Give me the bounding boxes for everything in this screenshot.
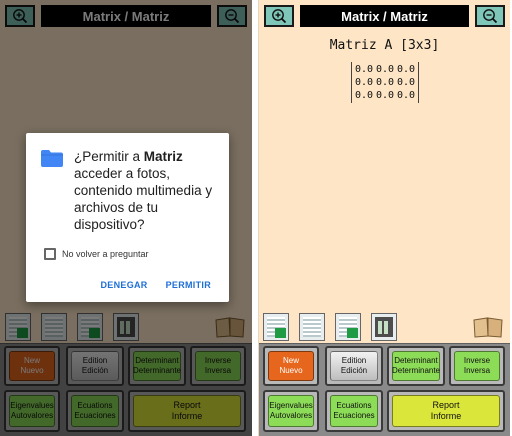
report-label-en: Report bbox=[432, 400, 460, 410]
zoom-in-button[interactable] bbox=[264, 5, 294, 27]
eigenvalues-label-es: Autovalores bbox=[269, 411, 313, 420]
new-label-en: New bbox=[282, 356, 299, 365]
equations-label-en: Ecuations bbox=[336, 401, 372, 410]
matrix-cell: 0.0 bbox=[375, 64, 395, 75]
app-view-right: Matrix / Matriz Matriz A [3x3] 0.0 0.0 0.0… bbox=[259, 0, 510, 436]
matrix-display[interactable]: 0.0 0.0 0.0 0.0 0.0 0.0 0.0 0.0 0.0 bbox=[351, 62, 419, 103]
zoom-in-icon bbox=[272, 9, 287, 24]
table-thumbnail[interactable] bbox=[299, 313, 325, 341]
checkbox-box[interactable] bbox=[44, 248, 56, 260]
folder-icon bbox=[41, 150, 63, 167]
message-suffix: acceder a fotos, contenido multimedia y … bbox=[74, 166, 213, 232]
matrix-heading: Matriz A [3x3] bbox=[329, 38, 440, 53]
permission-dialog: ¿Permitir a Matriz acceder a fotos, cont… bbox=[26, 133, 229, 302]
message-prefix: ¿Permitir a bbox=[74, 149, 144, 164]
determinant-label-es: Determinante bbox=[391, 366, 441, 375]
app-name: Matriz bbox=[143, 149, 183, 164]
new-label-es: Nuevo bbox=[279, 366, 303, 375]
chart-thumbnail[interactable] bbox=[335, 313, 361, 341]
permission-message: ¿Permitir a Matriz acceder a fotos, cont… bbox=[74, 148, 219, 233]
checkbox-label: No volver a preguntar bbox=[62, 249, 149, 259]
report-button[interactable]: ReportInforme bbox=[387, 390, 505, 432]
matrix-row: 0.0 0.0 0.0 bbox=[355, 89, 415, 102]
new-button[interactable]: NewNuevo bbox=[263, 346, 319, 386]
equations-button[interactable]: EcuationsEcuaciones bbox=[325, 390, 383, 432]
matrix-cell: 0.0 bbox=[396, 90, 415, 101]
book-icon[interactable] bbox=[472, 315, 504, 339]
thumbnail-strip bbox=[259, 311, 510, 343]
matrix-cell: 0.0 bbox=[396, 77, 415, 88]
eigenvalues-label-en: Eigenvalues bbox=[269, 401, 313, 410]
equations-label-es: Ecuaciones bbox=[333, 411, 375, 420]
dialog-actions: DENEGAR PERMITIR bbox=[100, 280, 211, 290]
matrix-row: 0.0 0.0 0.0 bbox=[355, 76, 415, 89]
matrix-cell: 0.0 bbox=[375, 90, 395, 101]
top-bar: Matrix / Matriz bbox=[264, 5, 505, 27]
edit-label-en: Edition bbox=[341, 356, 367, 365]
action-panel: NewNuevo EditionEdición DeterminantDeter… bbox=[259, 343, 510, 436]
left-screen: Matrix / Matriz NewNuevo EditionEdición … bbox=[0, 0, 252, 436]
dont-ask-again-checkbox[interactable]: No volver a preguntar bbox=[44, 248, 149, 260]
spreadsheet-thumbnail[interactable] bbox=[263, 313, 289, 341]
eigenvalues-button[interactable]: EigenvaluesAutovalores bbox=[263, 390, 319, 432]
inverse-label-es: Inversa bbox=[463, 366, 491, 375]
right-screen: Matrix / Matriz Matriz A [3x3] 0.0 0.0 0.0… bbox=[258, 0, 510, 436]
zoom-out-icon bbox=[483, 9, 498, 24]
matrix-cell: 0.0 bbox=[396, 64, 415, 75]
zoom-out-button[interactable] bbox=[475, 5, 505, 27]
allow-button[interactable]: PERMITIR bbox=[166, 280, 211, 290]
report-label-es: Informe bbox=[430, 411, 462, 421]
edit-label-es: Edición bbox=[340, 366, 368, 375]
matrix-cell: 0.0 bbox=[355, 77, 374, 88]
matrix-cell: 0.0 bbox=[355, 64, 374, 75]
matrix-row: 0.0 0.0 0.0 bbox=[355, 63, 415, 76]
calculator-thumbnail[interactable] bbox=[371, 313, 397, 341]
matrix-cell: 0.0 bbox=[355, 90, 374, 101]
determinant-label-en: Determinant bbox=[394, 356, 438, 365]
inverse-label-en: Inverse bbox=[463, 356, 491, 365]
determinant-button[interactable]: DeterminantDeterminante bbox=[387, 346, 445, 386]
app-title: Matrix / Matriz bbox=[300, 5, 469, 27]
matrix-cell: 0.0 bbox=[375, 77, 395, 88]
edit-button[interactable]: EditionEdición bbox=[325, 346, 383, 386]
deny-button[interactable]: DENEGAR bbox=[100, 280, 147, 290]
inverse-button[interactable]: InverseInversa bbox=[449, 346, 505, 386]
